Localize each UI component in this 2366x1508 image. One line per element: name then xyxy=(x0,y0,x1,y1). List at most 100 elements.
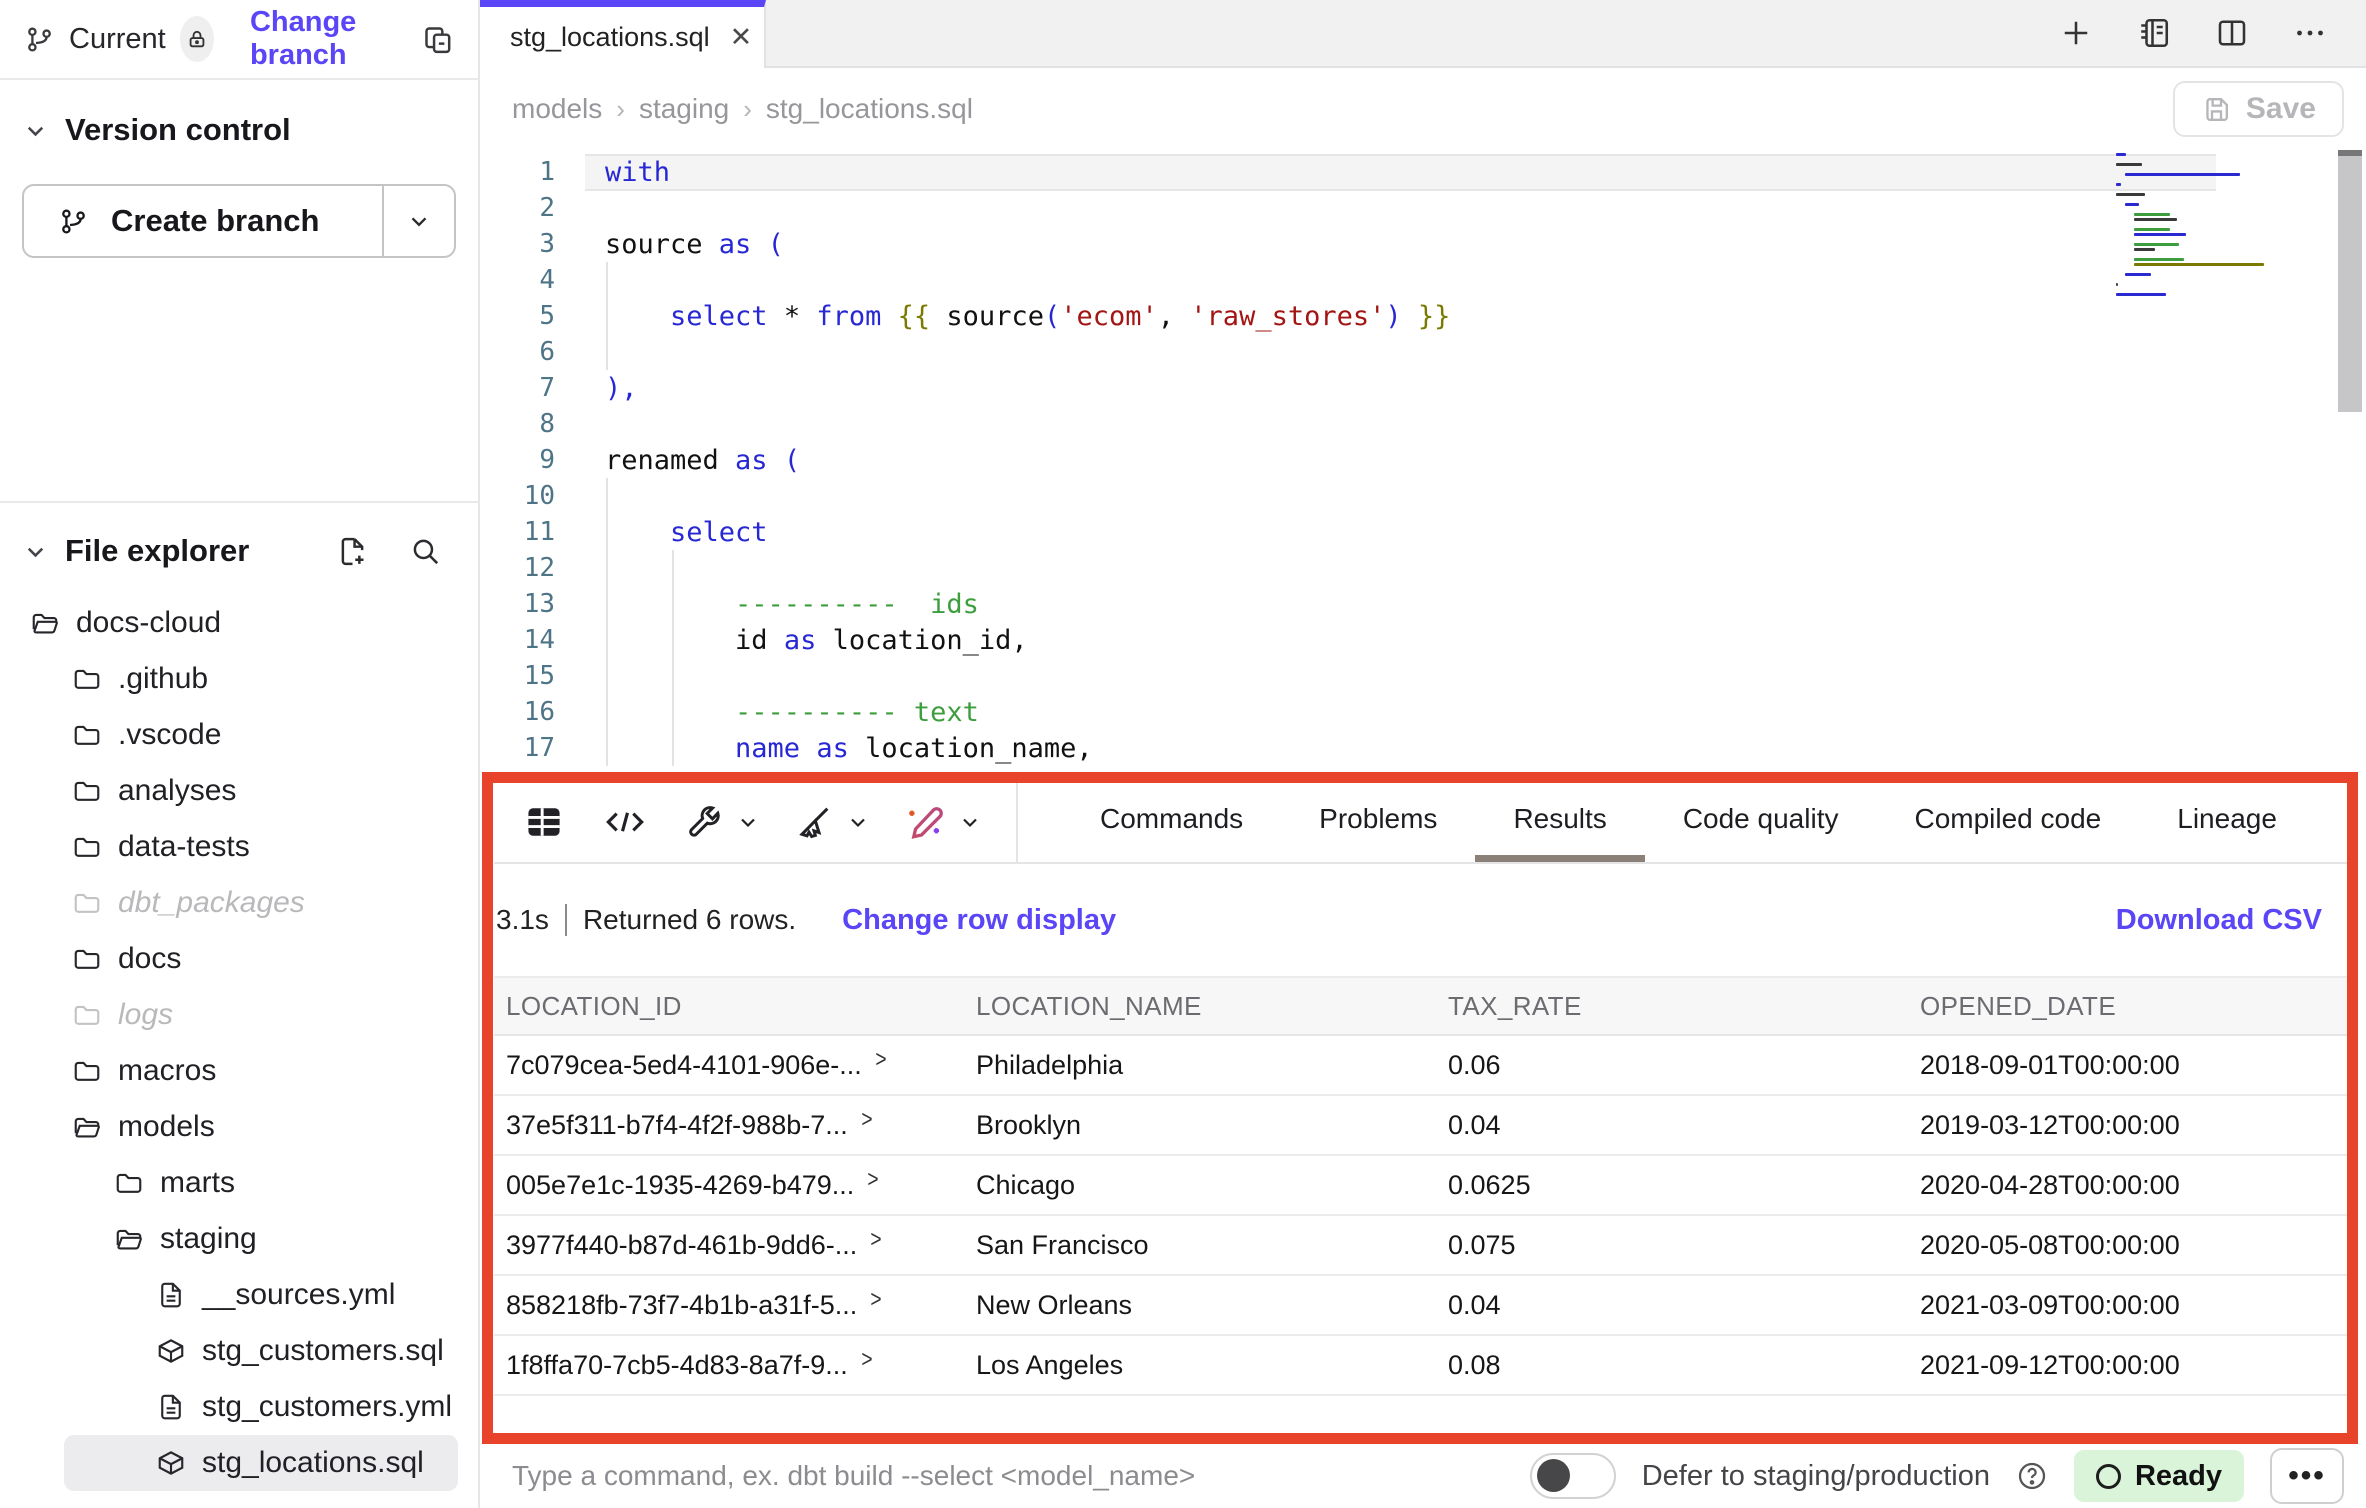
line-number: 16 xyxy=(480,697,555,727)
code-preview-icon[interactable] xyxy=(600,802,650,842)
code-token: location_id, xyxy=(816,625,1027,656)
row-expand-chevron[interactable]: > xyxy=(861,1346,872,1374)
new-file-icon[interactable] xyxy=(336,535,369,568)
code-line: 16 ---------- text xyxy=(480,694,1450,730)
row-expand-chevron[interactable]: > xyxy=(871,1286,882,1314)
folder-icon xyxy=(114,1168,144,1198)
code-token: as xyxy=(735,445,768,476)
code-token: source xyxy=(605,229,719,260)
create-branch-dropdown[interactable] xyxy=(382,186,454,256)
panel-tab-results[interactable]: Results xyxy=(1475,782,1644,862)
column-header[interactable]: TAX_RATE xyxy=(1436,976,1908,1036)
file-icon xyxy=(156,1392,186,1422)
row-expand-chevron[interactable]: > xyxy=(875,1046,886,1074)
tab-close-icon[interactable]: ✕ xyxy=(730,24,753,51)
results-info-bar: 3.1s Returned 6 rows. Change row display… xyxy=(494,890,2348,950)
breadcrumb-item[interactable]: models xyxy=(512,93,602,125)
panel-tab-problems[interactable]: Problems xyxy=(1281,782,1475,862)
tree-item-docs-cloud[interactable]: docs-cloud xyxy=(0,595,478,651)
panel-tab-commands[interactable]: Commands xyxy=(1062,782,1281,862)
tree-item-models[interactable]: models xyxy=(0,1099,478,1155)
format-broom-icon[interactable] xyxy=(794,802,870,842)
line-number: 10 xyxy=(480,481,555,511)
statusbar-more-button[interactable]: ••• xyxy=(2270,1448,2344,1504)
copy-icon[interactable] xyxy=(421,23,454,56)
save-button[interactable]: Save xyxy=(2173,81,2344,137)
defer-toggle[interactable] xyxy=(1530,1453,1616,1499)
minimap-line xyxy=(2116,153,2126,156)
cell-location-id: 37e5f311-b7f4-4f2f-988b-7...> xyxy=(494,1096,964,1156)
results-grid-icon[interactable] xyxy=(522,800,566,844)
code-token xyxy=(605,517,670,548)
split-pane-icon[interactable] xyxy=(2214,15,2250,51)
dbt-cloud-ide: Current Change branch Version control xyxy=(0,0,2366,1508)
more-options-icon[interactable] xyxy=(2292,15,2328,51)
editor-scrollbar[interactable] xyxy=(2338,150,2362,772)
tree-item-stg-locations-sql[interactable]: stg_locations.sql xyxy=(64,1435,458,1491)
row-expand-chevron[interactable]: > xyxy=(871,1226,882,1254)
version-control-header[interactable]: Version control xyxy=(0,98,478,162)
cell-tax-rate: 0.06 xyxy=(1436,1036,1908,1096)
tree-item-dbt-packages[interactable]: dbt_packages xyxy=(0,875,478,931)
tree-item-logs[interactable]: logs xyxy=(0,987,478,1043)
line-number: 14 xyxy=(480,625,555,655)
line-number: 3 xyxy=(480,229,555,259)
cell-tax-rate: 0.04 xyxy=(1436,1096,1908,1156)
code-token: * xyxy=(768,301,817,332)
file-explorer-header[interactable]: File explorer xyxy=(0,519,478,583)
tree-item-label: staging xyxy=(160,1222,257,1256)
change-branch-link[interactable]: Change branch xyxy=(250,6,407,72)
create-branch-button[interactable]: Create branch xyxy=(24,186,382,256)
panel-tab-compiled-code[interactable]: Compiled code xyxy=(1876,782,2139,862)
tree-item-stg-customers-yml[interactable]: stg_customers.yml xyxy=(0,1379,478,1435)
cell-location-name: San Francisco xyxy=(964,1216,1436,1276)
code-line-content: select * from {{ source('ecom', 'raw_sto… xyxy=(555,301,1450,332)
code-token: id xyxy=(605,625,784,656)
tree-item-stg-customers-sql[interactable]: stg_customers.sql xyxy=(0,1323,478,1379)
search-icon[interactable] xyxy=(409,535,442,568)
cell-opened-date: 2020-05-08T00:00:00 xyxy=(1908,1216,2348,1276)
code-line: 11 select xyxy=(480,514,1450,550)
code-token: ( xyxy=(1044,301,1060,332)
tree-item--github[interactable]: .github xyxy=(0,651,478,707)
tree-item--sources-yml[interactable]: __sources.yml xyxy=(0,1267,478,1323)
tree-item-docs[interactable]: docs xyxy=(0,931,478,987)
cell-location-id: 7c079cea-5ed4-4101-906e-...> xyxy=(494,1036,964,1096)
code-token: }} xyxy=(1402,301,1451,332)
tree-item-staging[interactable]: staging xyxy=(0,1211,478,1267)
tree-item-data-tests[interactable]: data-tests xyxy=(0,819,478,875)
tab-stg-locations[interactable]: stg_locations.sql ✕ xyxy=(480,0,766,68)
minimap-line xyxy=(2125,273,2151,276)
row-expand-chevron[interactable]: > xyxy=(861,1106,872,1134)
panel-tab-code-quality[interactable]: Code quality xyxy=(1645,782,1877,862)
command-input[interactable] xyxy=(512,1460,1504,1492)
tree-item-macros[interactable]: macros xyxy=(0,1043,478,1099)
new-tab-plus-icon[interactable] xyxy=(2058,15,2094,51)
tree-item--vscode[interactable]: .vscode xyxy=(0,707,478,763)
code-editor[interactable]: 1with23source as (45 select * from {{ so… xyxy=(480,150,2366,772)
code-token: location_name, xyxy=(849,733,1093,764)
change-row-display-link[interactable]: Change row display xyxy=(842,904,1116,937)
help-circle-icon[interactable] xyxy=(2016,1460,2048,1492)
build-wrench-icon[interactable] xyxy=(684,802,760,842)
column-header[interactable]: LOCATION_ID xyxy=(494,976,964,1036)
download-csv-link[interactable]: Download CSV xyxy=(2116,904,2322,937)
column-header[interactable]: OPENED_DATE xyxy=(1908,976,2348,1036)
line-number: 17 xyxy=(480,733,555,763)
cell-tax-rate: 0.08 xyxy=(1436,1336,1908,1396)
column-header[interactable]: LOCATION_NAME xyxy=(964,976,1436,1036)
copilot-magic-pen-icon[interactable] xyxy=(904,801,982,843)
breadcrumb-item[interactable]: stg_locations.sql xyxy=(766,93,973,125)
main-pane: stg_locations.sql ✕ models›staging›stg xyxy=(480,0,2366,1508)
panel-tab-lineage[interactable]: Lineage xyxy=(2139,782,2315,862)
scrollbar-thumb[interactable] xyxy=(2338,156,2362,412)
tree-item-marts[interactable]: marts xyxy=(0,1155,478,1211)
code-token: ( xyxy=(751,229,784,260)
folder-open-icon xyxy=(114,1224,144,1254)
breadcrumb-item[interactable]: staging xyxy=(639,93,729,125)
tree-item-analyses[interactable]: analyses xyxy=(0,763,478,819)
cell-location-id: 858218fb-73f7-4b1b-a31f-5...> xyxy=(494,1276,964,1336)
notebook-icon[interactable] xyxy=(2136,15,2172,51)
row-expand-chevron[interactable]: > xyxy=(868,1166,879,1194)
minimap-line xyxy=(2134,218,2177,221)
